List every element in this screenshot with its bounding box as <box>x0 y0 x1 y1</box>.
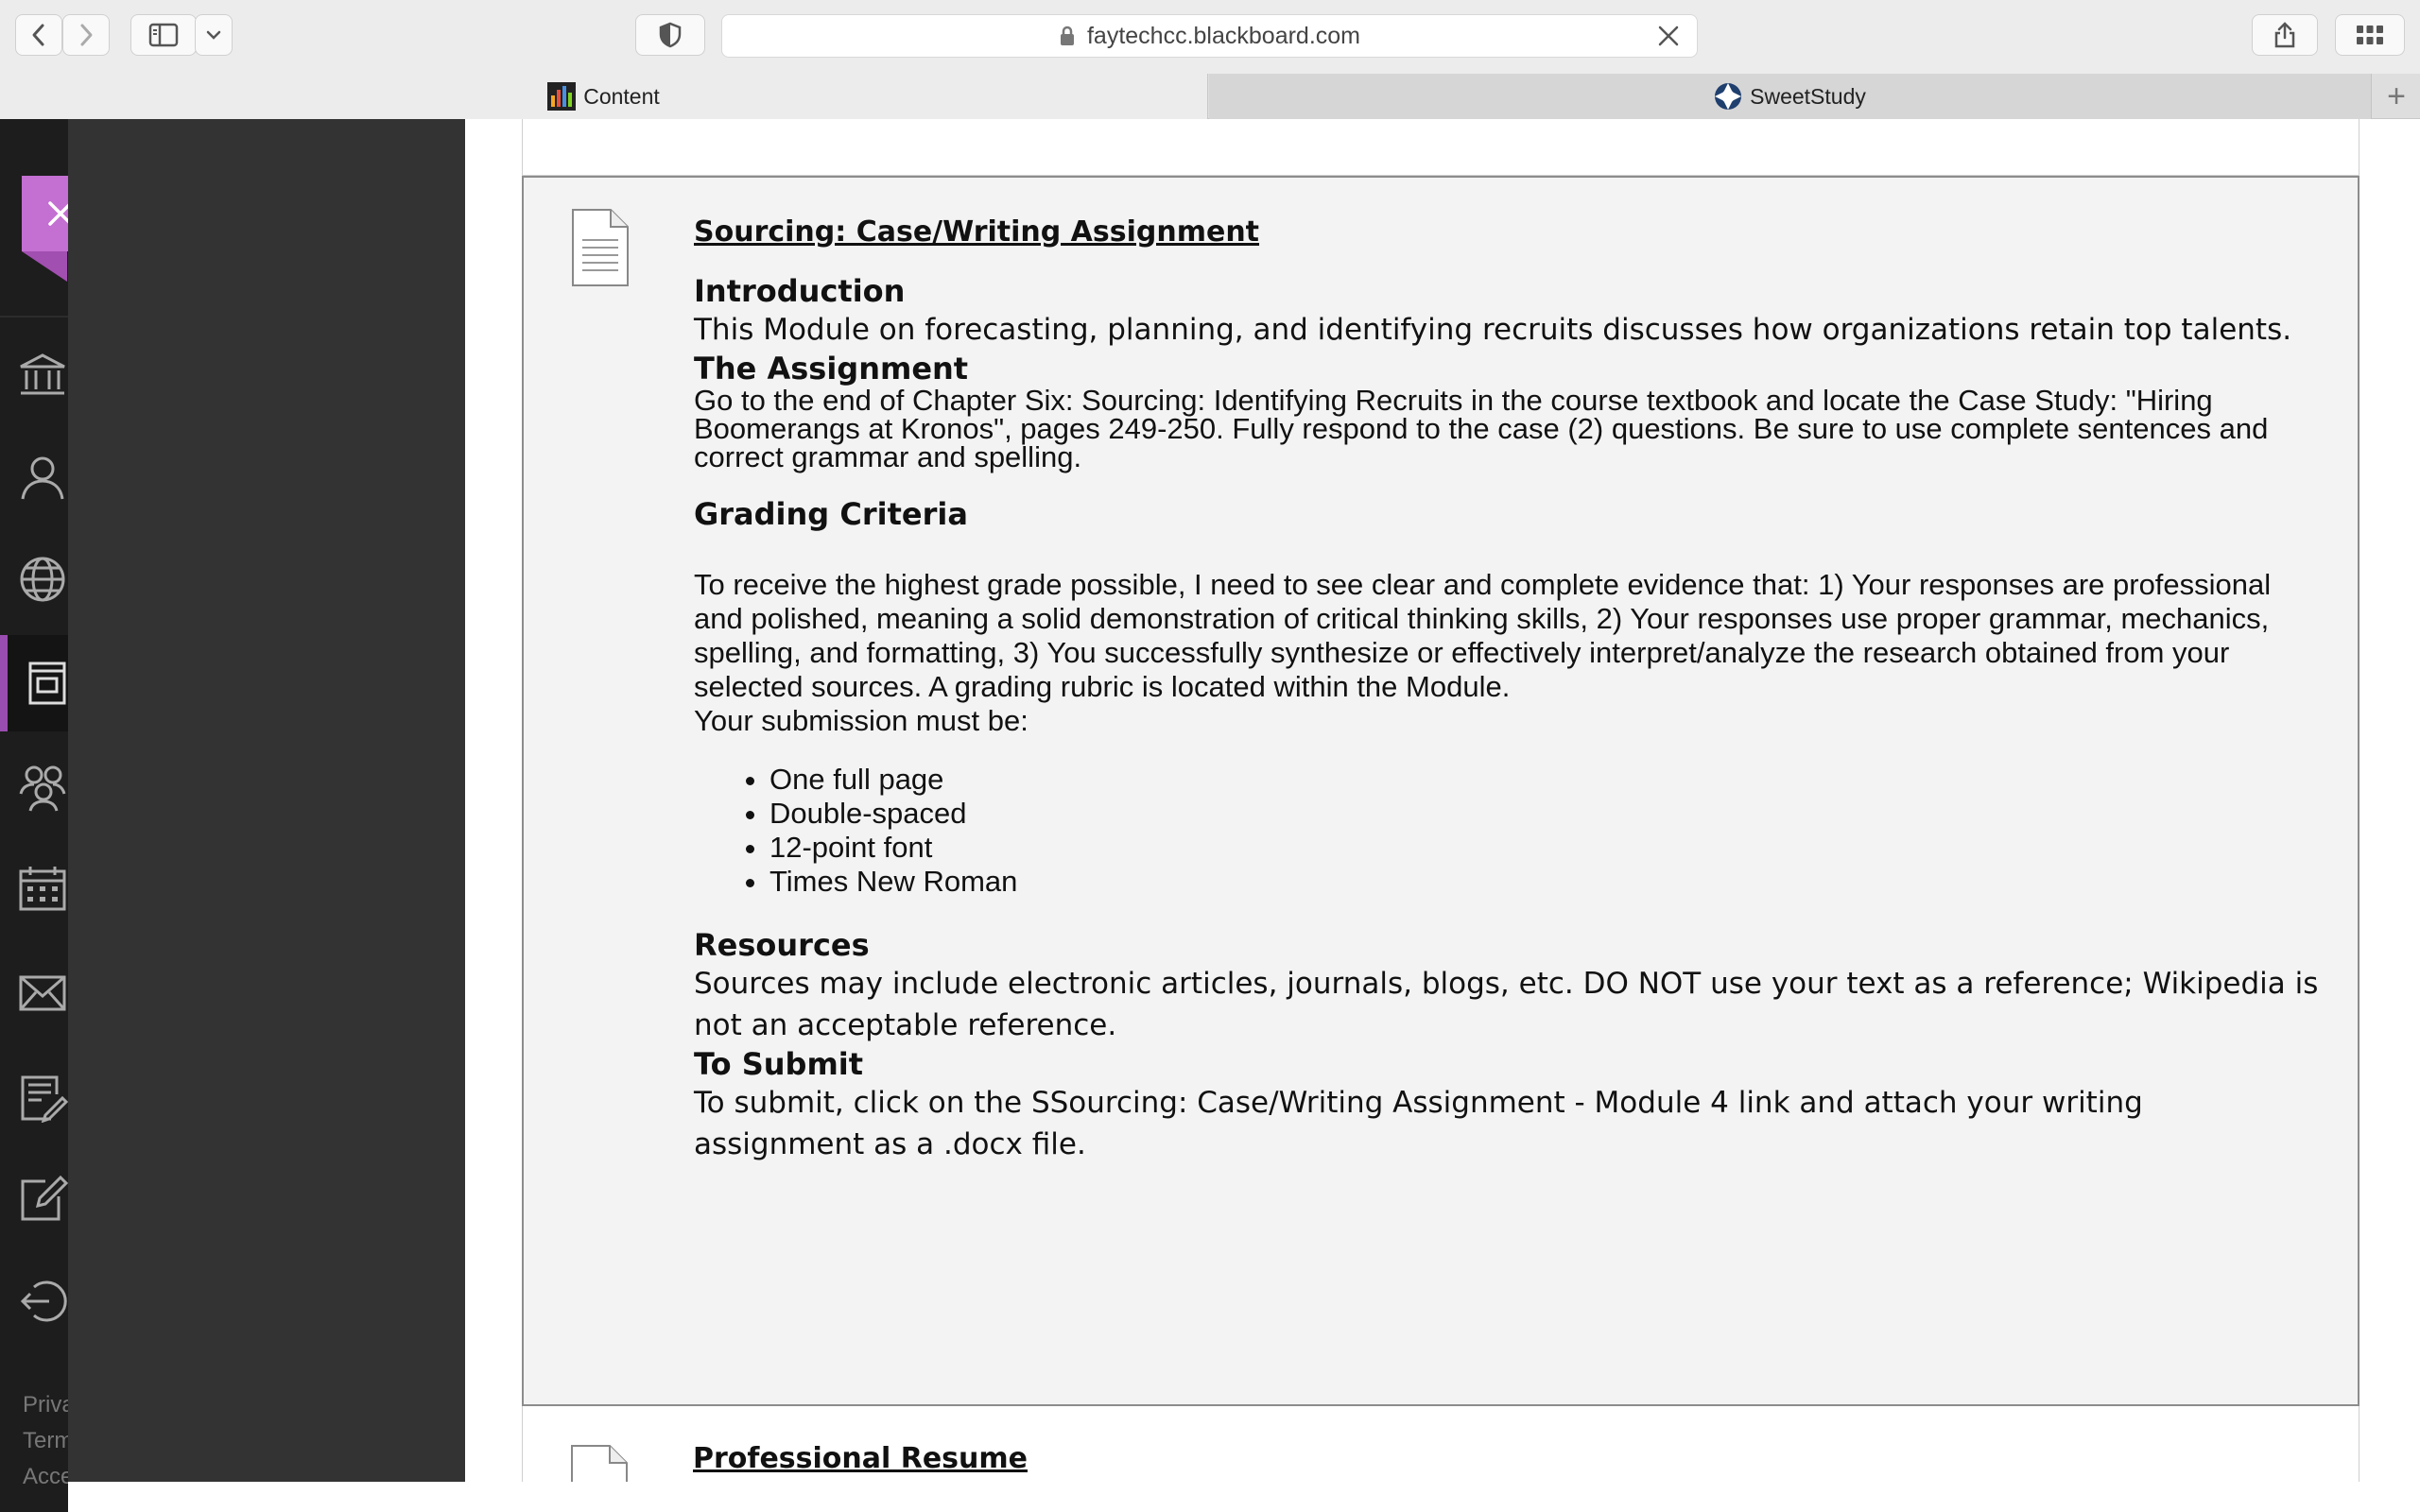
courses-icon <box>28 662 66 705</box>
nav-tools[interactable] <box>17 1174 68 1225</box>
requirements-list: One full page Double-spaced 12-point fon… <box>769 763 2320 899</box>
tab-label: SweetStudy <box>1750 83 1866 109</box>
nav-courses[interactable] <box>17 658 68 709</box>
list-item: 12-point font <box>769 831 2320 865</box>
nav-sign-out[interactable] <box>17 1276 68 1327</box>
institution-icon <box>20 353 65 395</box>
content-area: Sourcing: Case/Writing Assignment Introd… <box>465 119 2420 1482</box>
url-text: faytechcc.blackboard.com <box>1086 22 1361 49</box>
grid-icon <box>2357 26 2383 44</box>
document-icon <box>571 1445 628 1482</box>
privacy-report-button[interactable] <box>635 14 705 56</box>
content-item-resume: Professional Resume <box>522 1406 2360 1482</box>
close-icon[interactable] <box>1657 25 1680 47</box>
tab-label: Content <box>583 83 660 109</box>
messages-icon <box>19 975 66 1011</box>
assignment-body: Sourcing: Case/Writing Assignment Introd… <box>694 215 2320 1165</box>
nav-institution-page[interactable] <box>17 350 68 401</box>
page-bottom <box>68 1482 2420 1512</box>
browser-toolbar: faytechcc.blackboard.com <box>0 0 2420 74</box>
nav-activity-stream[interactable] <box>17 554 68 605</box>
chevron-right-icon <box>80 24 93 46</box>
tab-content[interactable]: Content <box>0 74 1208 119</box>
terms-link[interactable]: Terms <box>23 1423 68 1459</box>
submit-heading: To Submit <box>694 1046 864 1082</box>
shield-icon <box>659 22 682 48</box>
previous-content-item <box>522 119 2360 176</box>
organizations-icon <box>19 765 66 812</box>
nav-messages[interactable] <box>17 968 68 1019</box>
blackboard-favicon-icon <box>547 82 577 111</box>
active-indicator <box>0 635 8 731</box>
sign-out-icon <box>20 1280 67 1322</box>
course-menu-panel <box>68 119 465 1482</box>
document-icon <box>572 209 629 286</box>
privacy-link[interactable]: Privacy <box>23 1387 68 1423</box>
profile-icon <box>21 456 64 500</box>
globe-icon <box>20 557 65 602</box>
grading-heading: Grading Criteria <box>694 496 968 532</box>
footer-links: Privacy Terms Accessibility <box>23 1387 68 1495</box>
resume-title-link[interactable]: Professional Resume <box>693 1442 1028 1475</box>
share-button[interactable] <box>2252 14 2318 56</box>
list-item: One full page <box>769 763 2320 797</box>
tab-bar: Content SweetStudy + <box>0 74 2420 119</box>
assignment-text: Go to the end of Chapter Six: Sourcing: … <box>694 384 2269 473</box>
lock-icon <box>1060 26 1074 45</box>
nav-calendar[interactable] <box>17 864 68 915</box>
grades-icon <box>21 1075 68 1123</box>
list-item: Double-spaced <box>769 797 2320 831</box>
left-navigation: Privacy Terms Accessibility <box>0 119 99 1512</box>
chevron-down-icon <box>206 30 221 40</box>
forward-button[interactable] <box>62 14 110 56</box>
resources-text: Sources may include electronic articles,… <box>694 967 2319 1042</box>
sweetstudy-favicon-icon <box>1715 83 1742 110</box>
grading-text: To receive the highest grade possible, I… <box>694 568 2272 703</box>
nav-profile[interactable] <box>17 452 68 503</box>
accessibility-link[interactable]: Accessibility <box>23 1459 68 1495</box>
sidebar-toggle-button[interactable] <box>130 14 197 56</box>
resources-heading: Resources <box>694 927 870 963</box>
list-item: Times New Roman <box>769 865 2320 899</box>
submit-text: To submit, click on the SSourcing: Case/… <box>694 1086 2143 1161</box>
sidebar-icon <box>148 23 179 47</box>
tab-overview-button[interactable] <box>2335 14 2405 56</box>
tools-icon <box>21 1175 68 1221</box>
share-icon <box>2274 22 2295 48</box>
introduction-text: This Module on forecasting, planning, an… <box>694 313 2292 347</box>
nav-organizations[interactable] <box>17 762 68 813</box>
assignment-title-link[interactable]: Sourcing: Case/Writing Assignment <box>694 215 2320 249</box>
calendar-icon <box>19 867 66 911</box>
new-tab-button[interactable]: + <box>2373 74 2420 119</box>
content-item-assignment: Sourcing: Case/Writing Assignment Introd… <box>522 176 2360 1406</box>
nav-grades[interactable] <box>17 1072 68 1123</box>
introduction-heading: Introduction <box>694 273 906 309</box>
tab-menu-button[interactable] <box>195 14 233 56</box>
back-button[interactable] <box>15 14 62 56</box>
chevron-left-icon <box>32 24 44 46</box>
menu-close-tail <box>22 251 67 282</box>
address-bar[interactable]: faytechcc.blackboard.com <box>721 14 1698 58</box>
assignment-heading: The Assignment <box>694 351 969 387</box>
divider <box>0 316 68 318</box>
submission-intro: Your submission must be: <box>694 704 1028 737</box>
tab-sweetstudy[interactable]: SweetStudy <box>1209 74 2372 119</box>
